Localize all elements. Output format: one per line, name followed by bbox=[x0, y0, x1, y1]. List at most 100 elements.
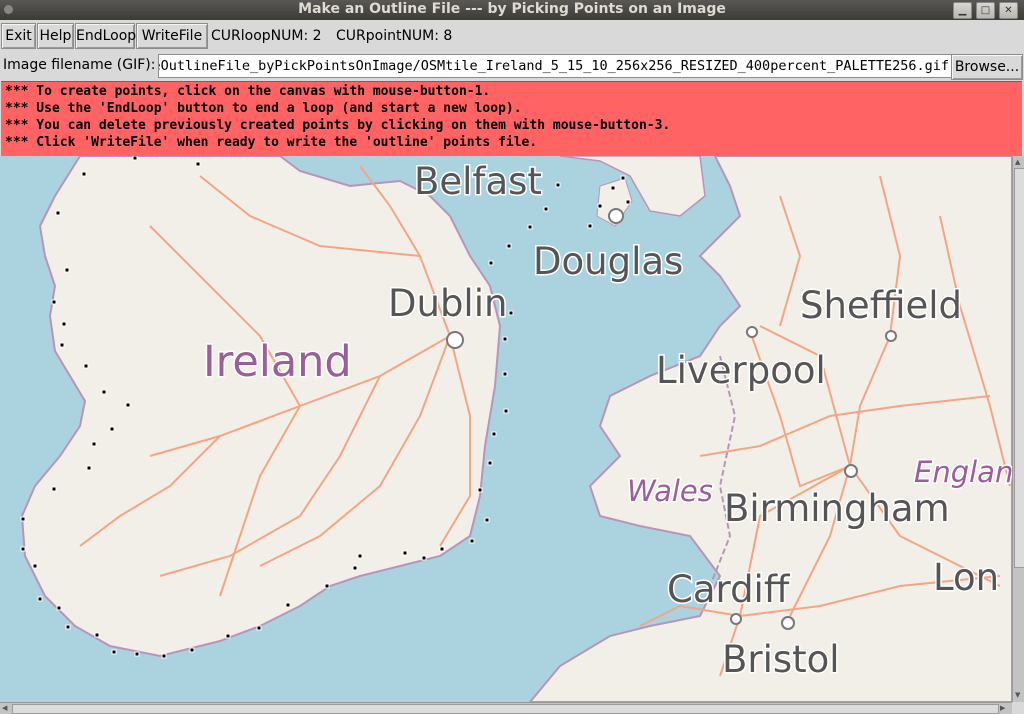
scroll-up-icon[interactable]: ▲ bbox=[1015, 157, 1020, 167]
close-icon[interactable]: ✕ bbox=[999, 2, 1018, 19]
outline-point bbox=[195, 161, 201, 167]
douglas-marker bbox=[608, 208, 624, 224]
london-label: Lon bbox=[933, 556, 999, 599]
outline-point bbox=[487, 460, 493, 466]
map-image[interactable]: Belfast Douglas Dublin Sheffield Liverpo… bbox=[0, 156, 1012, 702]
outline-point bbox=[20, 516, 26, 522]
outline-point bbox=[439, 546, 445, 552]
outline-point bbox=[477, 487, 483, 493]
outline-point bbox=[256, 625, 262, 631]
outline-point bbox=[597, 203, 603, 209]
birmingham-label: Birmingham bbox=[724, 487, 950, 530]
outline-point bbox=[620, 175, 626, 181]
outline-point bbox=[83, 363, 89, 369]
sheffield-label: Sheffield bbox=[800, 284, 962, 327]
belfast-label: Belfast bbox=[414, 160, 542, 203]
dublin-marker bbox=[446, 331, 464, 349]
outline-point bbox=[56, 605, 62, 611]
outline-point bbox=[610, 185, 616, 191]
england-label: Englan bbox=[914, 455, 1012, 489]
scroll-right-icon[interactable]: ▶ bbox=[1000, 703, 1005, 713]
writefile-button[interactable]: WriteFile bbox=[136, 23, 208, 49]
outline-point bbox=[357, 553, 363, 559]
outline-point bbox=[111, 649, 117, 655]
outline-point bbox=[134, 651, 140, 657]
dublin-label: Dublin bbox=[388, 282, 507, 325]
title-bar: Make an Outline File --- by Picking Poin… bbox=[0, 0, 1024, 20]
ireland-label: Ireland bbox=[203, 337, 352, 387]
outline-point bbox=[527, 224, 533, 230]
loop-number-label: CURloopNUM: 2 bbox=[211, 28, 322, 44]
douglas-label: Douglas bbox=[533, 240, 683, 283]
outline-point bbox=[488, 260, 494, 266]
outline-point bbox=[189, 647, 195, 653]
help-button[interactable]: Help bbox=[37, 23, 74, 49]
filename-label: Image filename (GIF): bbox=[3, 57, 156, 73]
exit-button[interactable]: Exit bbox=[1, 23, 36, 49]
vertical-scroll-thumb[interactable] bbox=[1014, 168, 1024, 568]
scroll-left-icon[interactable]: ◀ bbox=[2, 703, 7, 713]
outline-point bbox=[86, 465, 92, 471]
toolbar: Exit Help EndLoop WriteFile CURloopNUM: … bbox=[0, 21, 1024, 51]
browse-button[interactable]: Browse... bbox=[951, 54, 1023, 80]
outline-point bbox=[491, 431, 497, 437]
outline-point bbox=[469, 538, 475, 544]
outline-point bbox=[55, 210, 61, 216]
outline-point bbox=[20, 546, 26, 552]
outline-point bbox=[59, 342, 65, 348]
outline-point bbox=[508, 310, 514, 316]
outline-point bbox=[132, 156, 138, 161]
outline-point bbox=[555, 182, 561, 188]
cardiff-label: Cardiff bbox=[667, 568, 791, 611]
outline-point bbox=[506, 243, 512, 249]
outline-point bbox=[65, 624, 71, 630]
outline-point bbox=[543, 206, 549, 212]
outline-point bbox=[225, 633, 231, 639]
minimize-icon[interactable]: ▁ bbox=[953, 2, 972, 19]
outline-point bbox=[94, 632, 100, 638]
outline-point bbox=[502, 371, 508, 377]
outline-point bbox=[61, 321, 67, 327]
liverpool-marker bbox=[746, 326, 758, 338]
outline-point bbox=[503, 408, 509, 414]
instruction-line: *** To create points, click on the canva… bbox=[5, 84, 491, 99]
outline-point bbox=[625, 199, 631, 205]
outline-point bbox=[502, 336, 508, 342]
outline-point bbox=[352, 565, 358, 571]
vertical-scrollbar[interactable]: ▲ ▼ bbox=[1012, 156, 1024, 702]
scroll-down-icon[interactable]: ▼ bbox=[1015, 690, 1020, 700]
outline-point bbox=[285, 602, 291, 608]
outline-point bbox=[421, 555, 427, 561]
bristol-label: Bristol bbox=[722, 638, 840, 681]
outline-point bbox=[402, 550, 408, 556]
filename-value: eOutlineFile_byPickPointsOnImage/OSMtile… bbox=[158, 58, 949, 74]
window-title: Make an Outline File --- by Picking Poin… bbox=[298, 1, 726, 17]
instruction-line: *** Use the 'EndLoop' button to end a lo… bbox=[5, 101, 522, 116]
instruction-line: *** You can delete previously created po… bbox=[5, 118, 671, 133]
image-canvas[interactable]: Belfast Douglas Dublin Sheffield Liverpo… bbox=[0, 156, 1012, 702]
outline-point bbox=[109, 426, 115, 432]
point-number-label: CURpointNUM: 8 bbox=[336, 28, 453, 44]
endloop-button[interactable]: EndLoop bbox=[75, 23, 136, 49]
outline-point bbox=[161, 653, 167, 659]
cardiff-marker bbox=[730, 613, 742, 625]
filename-row: Image filename (GIF): eOutlineFile_byPic… bbox=[0, 52, 1024, 80]
outline-point bbox=[484, 517, 490, 523]
wales-label: Wales bbox=[627, 474, 713, 508]
filename-entry[interactable]: eOutlineFile_byPickPointsOnImage/OSMtile… bbox=[158, 54, 952, 78]
outline-point bbox=[32, 563, 38, 569]
outline-point bbox=[324, 583, 330, 589]
outline-point bbox=[101, 389, 107, 395]
outline-point bbox=[37, 596, 43, 602]
outline-point bbox=[64, 267, 70, 273]
outline-point bbox=[587, 223, 593, 229]
sheffield-marker bbox=[885, 330, 897, 342]
horizontal-scrollbar[interactable]: ◀ ▶ bbox=[0, 702, 1012, 714]
outline-point bbox=[51, 486, 57, 492]
outline-point bbox=[51, 299, 57, 305]
maximize-icon[interactable]: □ bbox=[976, 2, 995, 19]
instructions-panel: *** To create points, click on the canva… bbox=[1, 81, 1022, 157]
liverpool-label: Liverpool bbox=[656, 349, 826, 392]
outline-point bbox=[125, 402, 131, 408]
outline-point bbox=[91, 441, 97, 447]
